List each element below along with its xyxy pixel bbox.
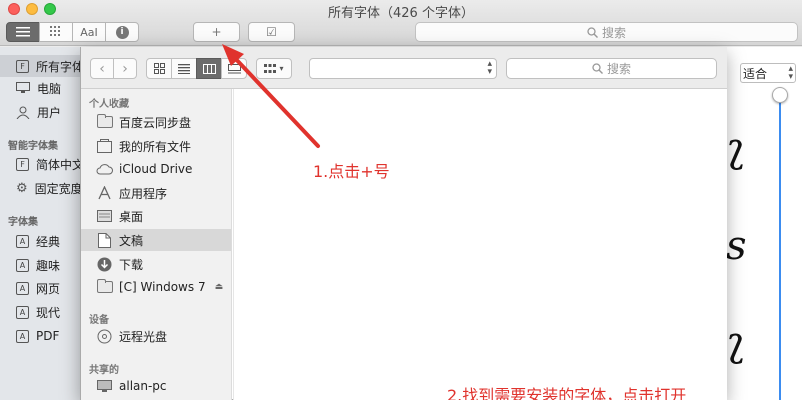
icon-view-icon [153,63,165,74]
document-icon [96,232,113,248]
annotation-step-2: 2.找到需要安装的字体，点击打开 [447,386,687,400]
person-icon [16,106,30,119]
chevron-updown-icon: ▴ ▾ [788,64,793,82]
collection-icon: A [16,258,29,272]
view-mode-group: AaI i [6,22,139,42]
font-file-icon: F [16,157,29,171]
chevron-updown-icon: ▴ ▾ [487,59,492,77]
dialog-search-input[interactable]: 搜索 [506,58,717,79]
folder-icon [96,279,113,294]
dialog-toolbar: ‹ › ▾ ▴ ▾ 搜索 [81,47,727,89]
sidebar-item-pdf[interactable]: A PDF [0,325,82,347]
sidebar-item-remote-disc[interactable]: 远程光盘 [81,325,231,347]
chevron-down-icon: ▾ [279,64,284,73]
search-icon [592,63,603,74]
folder-icon [96,114,113,129]
icon-view-button[interactable] [146,58,172,79]
back-button[interactable]: ‹ [90,58,114,79]
preview-size-slider[interactable] [779,95,781,400]
sidebar-item-fun[interactable]: A 趣味 [0,254,82,276]
sample-text-button[interactable]: AaI [72,22,106,42]
shared-header: 共享的 [89,365,119,376]
font-search-input[interactable]: 搜索 [415,22,798,42]
font-preview-pane: 适合 ▴ ▾ ʅ s ʅ [726,47,802,400]
arrange-button[interactable]: ▾ [256,58,292,79]
smart-collections-header: 智能字体集 [8,141,58,152]
font-file-icon: F [16,59,29,73]
computer-icon [96,379,113,393]
sidebar-item-applications[interactable]: 应用程序 [81,182,231,204]
dialog-view-group [146,58,247,79]
list-icon [16,27,30,37]
sidebar-item-baidu-sync[interactable]: 百度云同步盘 [81,111,231,133]
sidebar-item-documents[interactable]: 文稿 [81,229,231,251]
collection-icon: A [16,281,29,295]
apps-icon [96,186,113,200]
collections-header: 字体集 [8,217,38,228]
cover-flow-button[interactable] [221,58,247,79]
collection-icon: A [16,234,29,248]
download-icon [96,257,113,271]
window-title: 所有字体（426 个字体） [328,6,474,21]
sidebar-item-all-fonts[interactable]: F 所有字体 [0,55,82,77]
collection-icon: A [16,329,29,343]
devices-header: 设备 [89,315,109,326]
sidebar-item-modern[interactable]: A 现代 [0,301,82,323]
add-font-button[interactable]: + [193,22,240,42]
sidebar-item-web[interactable]: A 网页 [0,277,82,299]
font-collections-sidebar: F 所有字体 电脑 用户 智能字体集 F 简体中文 ⚙ 固定宽度 字体集 A 经典 A趣… [0,47,82,400]
cover-flow-icon [227,63,241,73]
collection-icon: A [16,305,29,319]
monitor-icon [16,82,30,94]
sidebar-item-desktop[interactable]: 桌面 [81,205,231,227]
favorites-header: 个人收藏 [89,99,129,110]
sidebar-item-classic[interactable]: A 经典 [0,230,82,252]
chevron-left-icon: ‹ [99,60,105,77]
sidebar-item-allan-pc[interactable]: allan-pc [81,375,231,397]
sidebar-item-all-my-files[interactable]: 我的所有文件 [81,135,231,157]
sidebar-item-user[interactable]: 用户 [0,101,82,123]
sidebar-item-simplified-chinese[interactable]: F 简体中文 [0,153,82,175]
desktop-icon [96,209,113,223]
sidebar-item-computer[interactable]: 电脑 [0,77,82,99]
all-files-icon [96,139,113,153]
cloud-icon [96,162,113,176]
eject-icon[interactable]: ⏏ [215,282,224,292]
dialog-sidebar: 个人收藏 百度云同步盘 我的所有文件 iCloud Drive 应用程序 桌面 … [81,89,232,400]
list-view-button[interactable] [171,58,197,79]
location-popup[interactable]: ▴ ▾ [309,58,497,79]
search-placeholder: 搜索 [606,62,631,76]
open-file-dialog: ‹ › ▾ ▴ ▾ 搜索 个人收藏 百度云同步盘 我的所有文件 iCloud D… [80,47,727,400]
sidebar-item-downloads[interactable]: 下载 [81,253,231,275]
list-icon [178,63,190,74]
preview-glyph: ʅ [726,125,746,171]
sidebar-item-windows-7[interactable]: [C] Windows 7 ⏏ [81,276,231,298]
gear-icon: ⚙ [16,180,28,196]
list-view-button[interactable] [6,22,40,42]
window-titlebar: 所有字体（426 个字体） AaI i + ☑ 搜索 [0,0,802,46]
search-placeholder: 搜索 [601,25,626,40]
grid-icon [50,26,60,36]
preview-glyph: ʅ [726,319,746,365]
preview-glyph: s [726,223,747,269]
info-button[interactable]: i [105,22,139,42]
preview-size-slider-knob[interactable] [772,87,788,103]
column-view-icon [202,63,216,74]
sidebar-item-fixed-width[interactable]: ⚙ 固定宽度 [0,177,82,199]
annotation-step-1: 1.点击+号 [313,162,390,181]
dialog-nav-group: ‹ › [90,58,137,79]
validate-font-button[interactable]: ☑ [248,22,295,42]
arrange-icon [264,63,277,73]
sidebar-item-icloud-drive[interactable]: iCloud Drive [81,158,231,180]
grid-view-button[interactable] [39,22,73,42]
chevron-right-icon: › [122,60,128,77]
file-browser-column[interactable] [233,89,727,400]
disc-icon [96,329,113,343]
forward-button[interactable]: › [113,58,137,79]
search-icon [587,26,598,38]
column-view-button[interactable] [196,58,222,79]
info-icon: i [115,25,129,39]
preview-size-select[interactable]: 适合 ▴ ▾ [740,63,796,83]
